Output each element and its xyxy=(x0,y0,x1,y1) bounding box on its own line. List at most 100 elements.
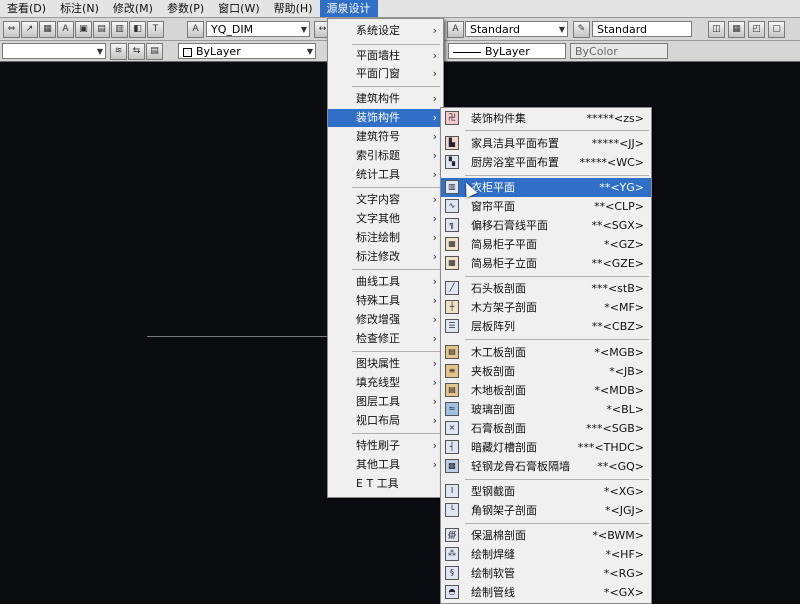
dim-icon[interactable]: ⇔ xyxy=(3,21,20,38)
submenu-item-gypsum-board[interactable]: × 石膏板剖面 ***<SGB> xyxy=(441,419,651,438)
submenu-item-kitchen-bath[interactable]: ▚ 厨房浴室平面布置 *****<WC> xyxy=(441,153,651,172)
submenu-item-gypsum-line[interactable]: ╗ 偏移石膏线平面 **<SGX> xyxy=(441,216,651,235)
color-select[interactable]: ByLayer ▼ xyxy=(178,43,316,59)
menu-item-check-fix[interactable]: 检查修正 › xyxy=(328,330,443,348)
menu-item-building-symbols[interactable]: 建筑符号 › xyxy=(328,128,443,146)
menu-window[interactable]: 窗口(W) xyxy=(211,0,266,17)
publish-icon[interactable]: ◰ xyxy=(748,21,765,38)
stone-board-icon: ╱ xyxy=(445,281,459,295)
menu-item-hatch-linetype[interactable]: 填充线型 › xyxy=(328,374,443,392)
submenu-item-stone-board[interactable]: ╱ 石头板剖面 ***<stB> xyxy=(441,279,651,298)
window-icon[interactable]: ▢ xyxy=(768,21,785,38)
layout-icon[interactable]: ▦ xyxy=(728,21,745,38)
attribute-icon[interactable]: A xyxy=(57,21,74,38)
submenu-item-cabinet-plan[interactable]: ▦ 简易柜子平面 *<GZ> xyxy=(441,235,651,254)
menu-item-label: 平面墙柱 xyxy=(356,49,400,62)
menu-item-special-tools[interactable]: 特殊工具 › xyxy=(328,292,443,310)
menu-item-building-components[interactable]: 建筑构件 › xyxy=(328,90,443,108)
submenu-item-steel-keel-wall[interactable]: ▩ 轻钢龙骨石膏板隔墙 **<GQ> xyxy=(441,457,651,476)
submenu-item-label: 玻璃剖面 xyxy=(471,403,515,416)
menu-item-modify-enhance[interactable]: 修改增强 › xyxy=(328,311,443,329)
text-icon[interactable]: T xyxy=(147,21,164,38)
linetype-preview xyxy=(453,51,481,53)
menu-item-decorative-components[interactable]: 装饰构件 › xyxy=(328,109,443,127)
menu-view[interactable]: 查看(D) xyxy=(0,0,53,17)
light-trough-icon: ┤ xyxy=(445,440,459,454)
menu-item-statistics-tools[interactable]: 统计工具 › xyxy=(328,166,443,184)
field-icon[interactable]: ◧ xyxy=(129,21,146,38)
menu-item-dim-draw[interactable]: 标注绘制 › xyxy=(328,229,443,247)
menu-item-layer-tools[interactable]: 图层工具 › xyxy=(328,393,443,411)
submenu-item-furniture[interactable]: ▙ 家具洁具平面布置 *****<JJ> xyxy=(441,134,651,153)
menu-item-curve-tools[interactable]: 曲线工具 › xyxy=(328,273,443,291)
block-icon[interactable]: ▣ xyxy=(75,21,92,38)
submenu-item-cabinet-elevation[interactable]: ▦ 简易柜子立面 **<GZE> xyxy=(441,254,651,273)
submenu-item-label: 偏移石膏线平面 xyxy=(471,219,548,232)
grid-icon[interactable]: ▤ xyxy=(93,21,110,38)
menu-item-dim-modify[interactable]: 标注修改 › xyxy=(328,248,443,266)
submenu-item-code: *<GX> xyxy=(604,586,644,599)
match-layer-icon[interactable]: ▤ xyxy=(146,43,163,60)
submenu-item-steel-section[interactable]: I 型钢截面 *<XG> xyxy=(441,482,651,501)
table-icon[interactable]: ▦ xyxy=(39,21,56,38)
menu-help[interactable]: 帮助(H) xyxy=(267,0,320,17)
drawing-line[interactable] xyxy=(147,336,327,337)
submenu-item-shelf-array[interactable]: ☰ 层板阵列 **<CBZ> xyxy=(441,317,651,336)
menu-parameters[interactable]: 参数(P) xyxy=(160,0,211,17)
submenu-item-wood-floor[interactable]: ▤ 木地板剖面 *<MDB> xyxy=(441,381,651,400)
submenu-item-plywood[interactable]: ≡ 夹板剖面 *<JB> xyxy=(441,362,651,381)
leader-icon[interactable]: ↗ xyxy=(21,21,38,38)
submenu-item-pipe[interactable]: ◓ 绘制管线 *<GX> xyxy=(441,583,651,602)
table-style-icon[interactable]: ✎ xyxy=(573,21,590,38)
menu-item-system-settings[interactable]: 系统设定 › xyxy=(328,22,443,40)
layer-previous-icon[interactable]: ⇆ xyxy=(128,43,145,60)
chevron-right-icon: › xyxy=(432,49,437,62)
menu-item-text-other[interactable]: 文字其他 › xyxy=(328,210,443,228)
layer-select[interactable]: ▼ xyxy=(2,43,106,59)
chevron-right-icon: › xyxy=(432,111,437,124)
chevron-right-icon: › xyxy=(432,130,437,143)
submenu-item-woodboard[interactable]: ▤ 木工板剖面 *<MGB> xyxy=(441,343,651,362)
submenu-item-code: **<GZE> xyxy=(591,257,644,270)
menu-dimension[interactable]: 标注(N) xyxy=(53,0,106,17)
submenu-item-wood-frame[interactable]: ┼ 木方架子剖面 *<MF> xyxy=(441,298,651,317)
submenu-item-code: *<BWM> xyxy=(592,529,644,542)
menu-modify[interactable]: 修改(M) xyxy=(106,0,160,17)
text-style-select[interactable]: Standard ▼ xyxy=(465,21,568,37)
dim-style-select[interactable]: YQ_DIM ▼ xyxy=(206,21,310,37)
submenu-item-insulation[interactable]: ∰ 保温棉剖面 *<BWM> xyxy=(441,526,651,545)
chevron-down-icon: ▼ xyxy=(306,47,313,56)
curtain-icon: ∿ xyxy=(445,199,459,213)
dim-style-icon[interactable]: A xyxy=(187,21,204,38)
submenu-item-decor-set[interactable]: 卍装饰构件集 *****<zs> xyxy=(441,109,651,128)
calc-icon[interactable]: ▥ xyxy=(111,21,128,38)
menu-item-property-brush[interactable]: 特性刷子 › xyxy=(328,437,443,455)
steel-section-icon: I xyxy=(445,484,459,498)
menu-item-plan-walls[interactable]: 平面墙柱 › xyxy=(328,47,443,65)
chevron-right-icon: › xyxy=(432,458,437,471)
text-style-icon[interactable]: A xyxy=(447,21,464,38)
submenu-item-hose[interactable]: § 绘制软管 *<RG> xyxy=(441,564,651,583)
submenu-item-weld[interactable]: ⁂ 绘制焊缝 *<HF> xyxy=(441,545,651,564)
plotstyle-select[interactable]: ByColor xyxy=(570,43,668,59)
submenu-item-curtain-plan[interactable]: ∿ 窗帘平面 **<CLP> xyxy=(441,197,651,216)
menu-item-other-tools[interactable]: 其他工具 › xyxy=(328,456,443,474)
linetype-select[interactable]: ByLayer xyxy=(448,43,566,59)
menu-item-index-titles[interactable]: 索引标题 › xyxy=(328,147,443,165)
gypsum-line-icon: ╗ xyxy=(445,218,459,232)
submenu-item-glass[interactable]: ≈ 玻璃剖面 *<BL> xyxy=(441,400,651,419)
menu-item-et-tools[interactable]: E T 工具 xyxy=(328,475,443,493)
chevron-right-icon: › xyxy=(432,250,437,263)
menu-yuanquan-design[interactable]: 源泉设计 xyxy=(319,0,378,17)
submenu-item-code: ***<THDC> xyxy=(577,441,644,454)
submenu-item-angle-steel[interactable]: └ 角钢架子剖面 *<JGJ> xyxy=(441,501,651,520)
submenu-item-light-trough[interactable]: ┤ 暗藏灯槽剖面 ***<THDC> xyxy=(441,438,651,457)
insulation-icon: ∰ xyxy=(445,528,459,542)
layer-states-icon[interactable]: ≋ xyxy=(110,43,127,60)
multileader-icon[interactable]: ◫ xyxy=(708,21,725,38)
menu-item-text-content[interactable]: 文字内容 › xyxy=(328,191,443,209)
table-style-select[interactable]: Standard xyxy=(592,21,692,37)
menu-item-plan-doors[interactable]: 平面门窗 › xyxy=(328,65,443,83)
menu-item-block-attributes[interactable]: 图块属性 › xyxy=(328,355,443,373)
menu-item-viewport-layout[interactable]: 视口布局 › xyxy=(328,412,443,430)
